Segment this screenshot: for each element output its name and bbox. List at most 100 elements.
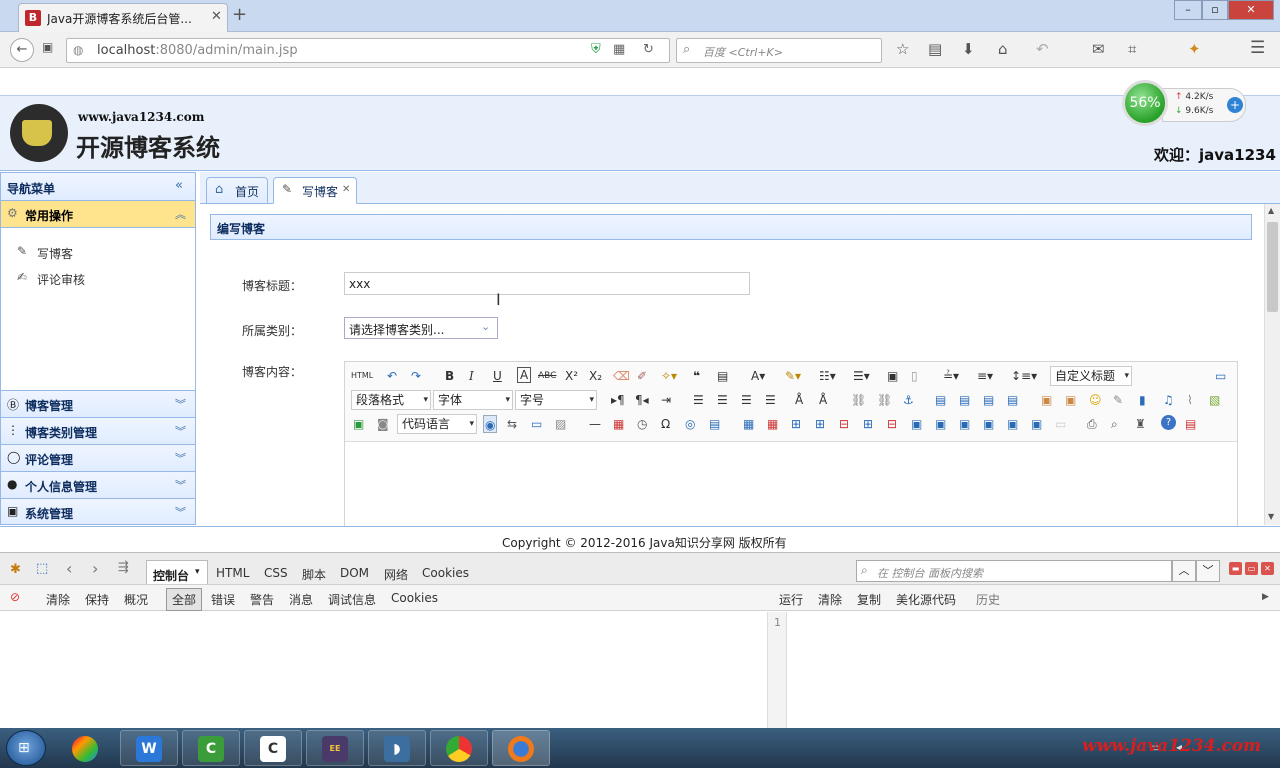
music-icon[interactable]: ♫ [1163,391,1174,409]
taskbar-app-firefox[interactable] [492,730,550,766]
browser-tab[interactable]: B Java开源博客系统后台管... ✕ [18,3,228,32]
undo-icon[interactable]: ↶ [387,367,397,385]
blog-title-input[interactable]: xxx [344,272,750,295]
iframe-icon[interactable]: ◙ [377,415,389,433]
reload-icon[interactable]: ↻ [643,42,654,57]
sidebar-item-review-comments[interactable]: ✍ 评论审核 [1,265,195,291]
chat-icon[interactable]: ✉ [1092,40,1105,58]
taskbar-app-camtasia[interactable]: C [182,730,240,766]
split-rows-icon[interactable]: ▣ [1007,415,1018,433]
split-cols-icon[interactable]: ▣ [1031,415,1042,433]
time-icon[interactable]: ◷ [637,415,647,433]
unlink-icon[interactable]: ⛓ [877,391,892,409]
uppercase-icon[interactable]: Å [795,391,803,409]
image-left-icon[interactable]: ▤ [935,391,946,409]
html-source-button[interactable]: HTML [351,367,373,385]
underline-icon[interactable]: U [493,367,502,385]
image-none-icon[interactable]: ▤ [959,391,970,409]
paragraph-format-select[interactable]: 段落格式 ▾ [351,390,431,410]
close-tab-icon[interactable]: ✕ [342,184,350,195]
devtools-tab-html[interactable]: HTML [216,566,249,580]
chevron-down-icon[interactable]: ﹀ [1196,560,1220,582]
minimize-window-button[interactable]: – [1174,0,1202,20]
tab-write-blog[interactable]: ✎ 写博客 ✕ [273,177,357,204]
insert-col-icon[interactable]: ⊞ [863,415,873,433]
delete-col-icon[interactable]: ⊟ [887,415,897,433]
taskbar-app-chrome[interactable] [430,730,488,766]
devtools-detach-button[interactable]: ▭ [1245,562,1258,575]
scrollbar-thumb[interactable] [1267,222,1278,312]
strikethrough-icon[interactable]: ABC [538,367,556,385]
download-icon[interactable]: ⬇ [962,40,975,58]
memory-usage-ball[interactable]: 56% [1122,80,1168,126]
attachment-icon[interactable]: ⌇ [1187,391,1193,409]
chevron-up-icon[interactable]: ︿ [1172,560,1196,582]
fullscreen-icon[interactable]: ▭ [1215,367,1226,385]
date-icon[interactable]: ▦ [613,415,624,433]
sidebar-group-profile-manage[interactable]: ● 个人信息管理 ︾ [1,471,195,498]
run-button[interactable]: 运行 [779,591,803,608]
font-size-select[interactable]: 字号 ▾ [515,390,597,410]
lowercase-icon[interactable]: Å [819,391,827,409]
devtools-close-button[interactable]: ✕ [1261,562,1274,575]
redo-icon[interactable]: ↷ [411,367,421,385]
page-break-icon[interactable]: ◉ [483,415,498,433]
help-icon[interactable]: ? [1161,415,1176,430]
console-filter-all[interactable]: 全部 [166,588,203,611]
line-height-icon[interactable]: ↕≡▾ [1011,367,1037,385]
anchor-icon[interactable]: ⚓ [903,391,914,409]
template-icon[interactable]: ⇆ [507,415,517,433]
scrawl-icon[interactable]: ✎ [1113,391,1123,409]
special-char-icon[interactable]: Ω [661,415,670,433]
align-justify-icon[interactable]: ☰ [765,391,776,409]
insert-video-icon[interactable]: ▮ [1139,391,1146,409]
devtools-search-input[interactable]: ⌕ 在 控制台 面板内搜索 [856,560,1172,582]
code-language-select[interactable]: 代码语言 ▾ [397,414,477,434]
clear-doc-icon[interactable]: ▯ [911,367,918,385]
history-icon[interactable]: ▣ [42,40,53,54]
console-persist-button[interactable]: 保持 [85,591,109,608]
merge-down-icon[interactable]: ▣ [959,415,970,433]
image-right-icon[interactable]: ▤ [983,391,994,409]
history-button[interactable]: 历史 [976,591,1000,608]
devtools-minimize-button[interactable]: ▬ [1229,562,1242,575]
search-bar[interactable]: ⌕ 百度 <Ctrl+K> [676,38,882,63]
bookmarks-list-icon[interactable]: ▤ [928,40,942,58]
console-filter-warnings[interactable]: 警告 [250,591,274,608]
taskbar-app-explorer[interactable] [56,730,114,766]
auto-typeset-icon[interactable]: ▤ [1185,415,1196,433]
horizontal-rule-icon[interactable]: — [589,415,601,433]
content-scrollbar[interactable]: ▲ ▼ [1264,204,1280,525]
url-bar[interactable]: ◍ localhost:8080/admin/main.jsp ⛨ ▦ ↻ [66,38,670,63]
scroll-down-icon[interactable]: ▼ [1268,512,1274,521]
split-cells-icon[interactable]: ▣ [983,415,994,433]
clear-editor-button[interactable]: 清除 [818,591,842,608]
tab-home[interactable]: ⌂ 首页 [206,177,268,204]
delete-table-icon[interactable]: ▦ [767,415,778,433]
chevron-right-icon[interactable]: ▶ [1262,592,1269,602]
taskbar-app-word[interactable]: W [120,730,178,766]
font-border-icon[interactable]: A [517,367,532,383]
align-left-icon[interactable]: ☰ [693,391,704,409]
superscript-icon[interactable]: X² [565,367,578,385]
windows-start-button[interactable]: ⊞ [6,730,46,766]
eraser-icon[interactable]: ⌫ [613,367,630,385]
ltr-icon[interactable]: ▸¶ [611,391,625,409]
extension-icon[interactable]: ✦ [1188,40,1201,58]
align-center-icon[interactable]: ☰ [717,391,728,409]
sidebar-item-write-blog[interactable]: ✎ 写博客 [1,239,195,265]
image-center-icon[interactable]: ▤ [1007,391,1018,409]
snapscreen-icon[interactable]: ◎ [685,415,695,433]
close-window-button[interactable]: ✕ [1228,0,1274,20]
devtools-tab-css[interactable]: CSS [264,566,288,580]
insert-row-icon[interactable]: ⊞ [815,415,825,433]
chevron-left-icon[interactable]: ‹ [66,559,72,578]
collapse-sidebar-icon[interactable]: « [175,178,183,193]
undo-icon[interactable]: ↶ [1036,40,1049,58]
sidebar-group-blog-manage[interactable]: Ⓑ 博客管理 ︾ [1,390,195,417]
unordered-list-icon[interactable]: ☰▾ [853,367,870,385]
blockquote-icon[interactable]: ❝ [693,367,700,385]
shield-icon[interactable]: ⛨ [591,42,601,57]
maximize-window-button[interactable]: ▫ [1202,0,1228,20]
subscript-icon[interactable]: X₂ [589,367,602,385]
